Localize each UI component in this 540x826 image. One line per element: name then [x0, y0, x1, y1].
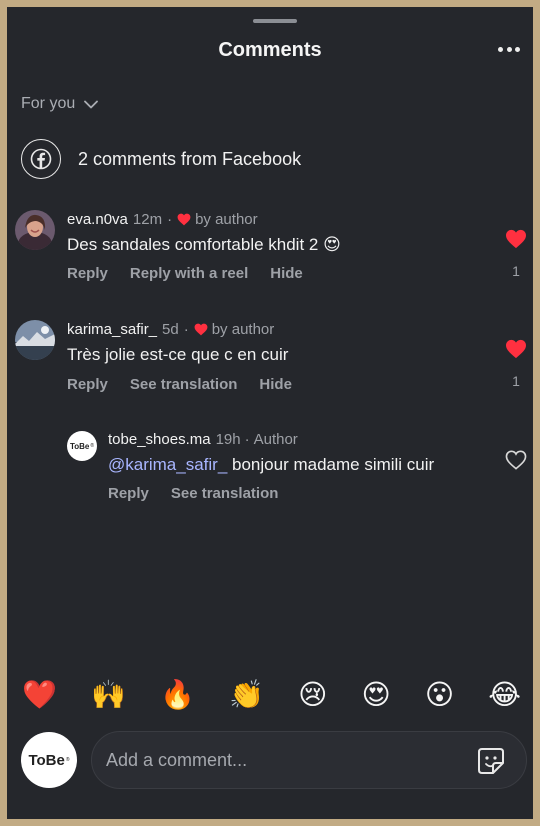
- reply-meta: tobe_shoes.ma 19h · Author: [108, 431, 298, 448]
- emoji-fire-button[interactable]: 🔥: [160, 681, 195, 709]
- mention-link[interactable]: @karima_safir_: [108, 455, 227, 474]
- emoji-surprised-button[interactable]: 😮: [425, 681, 454, 709]
- heart-icon[interactable]: [505, 229, 527, 254]
- emoji-crying-button[interactable]: 😢: [298, 681, 327, 709]
- comment-text: Des sandales comfortable khdit 2 😍: [67, 235, 341, 254]
- more-icon[interactable]: [498, 47, 520, 53]
- meta-separator: ·: [183, 321, 189, 338]
- meta-separator: ·: [244, 431, 250, 448]
- emoji-raised-hands-button[interactable]: 🙌: [91, 681, 126, 709]
- avatar[interactable]: [15, 210, 55, 250]
- heart-icon: [177, 213, 191, 226]
- liked-by-author-label: by author: [211, 321, 275, 338]
- chevron-down-icon: [84, 100, 99, 108]
- emoji-clap-button[interactable]: 👏: [229, 681, 264, 709]
- comment-input[interactable]: [106, 732, 456, 788]
- heart-icon: [194, 323, 208, 336]
- comment-meta: karima_safir_ 5d · by author: [67, 321, 274, 338]
- facebook-comments-text: 2 comments from Facebook: [78, 148, 302, 169]
- reply-with-reel-button[interactable]: Reply with a reel: [130, 265, 248, 282]
- comment-time: 12m: [132, 211, 163, 228]
- comment-input-container: [91, 731, 527, 789]
- filter-dropdown[interactable]: For you: [21, 95, 99, 113]
- author-badge: Author: [253, 431, 298, 448]
- filter-label: For you: [21, 95, 76, 112]
- comment-time: 5d: [162, 321, 179, 338]
- reply-time: 19h: [215, 431, 241, 448]
- heart-icon[interactable]: [505, 450, 527, 475]
- user-avatar[interactable]: ToBe ®: [21, 732, 77, 788]
- reply-username[interactable]: tobe_shoes.ma: [108, 431, 211, 448]
- like-count: 1: [512, 263, 520, 279]
- comment-username[interactable]: eva.n0va: [67, 211, 128, 228]
- reply-button[interactable]: Reply: [108, 485, 149, 502]
- comment-composer: ToBe ®: [21, 731, 527, 789]
- heart-icon[interactable]: [505, 339, 527, 364]
- reply-body: bonjour madame simili cuir: [227, 455, 435, 474]
- hide-button[interactable]: Hide: [259, 376, 292, 393]
- comment-text: Très jolie est-ce que c en cuir: [67, 345, 289, 364]
- hide-button[interactable]: Hide: [270, 265, 303, 282]
- sheet-title: Comments: [218, 39, 322, 61]
- sheet-grabber[interactable]: [253, 19, 297, 23]
- liked-by-author-label: by author: [195, 211, 258, 228]
- like-count: 1: [512, 373, 520, 389]
- sticker-icon[interactable]: [476, 746, 506, 781]
- comment-actions: Reply Reply with a reel Hide: [67, 265, 325, 282]
- reply-actions: Reply See translation: [108, 485, 300, 502]
- see-translation-button[interactable]: See translation: [171, 485, 279, 502]
- facebook-icon: [21, 139, 61, 179]
- comment-actions: Reply See translation Hide: [67, 376, 314, 393]
- comment-username[interactable]: karima_safir_: [67, 321, 157, 338]
- reply-button[interactable]: Reply: [67, 376, 108, 393]
- emoji-reaction-bar: ❤️ 🙌 🔥 👏 😢 😍 😮 😂: [7, 677, 533, 713]
- avatar-mark: ®: [90, 443, 95, 449]
- comment-meta: eva.n0va 12m · by author: [67, 211, 258, 228]
- avatar-mark: ®: [65, 757, 70, 763]
- emoji-heart-button[interactable]: ❤️: [22, 681, 57, 709]
- reply-button[interactable]: Reply: [67, 265, 108, 282]
- comments-sheet: Comments For you 2 comments from Faceboo…: [7, 7, 533, 819]
- meta-separator: ·: [167, 211, 173, 228]
- emoji-laughing-button[interactable]: 😂: [488, 681, 521, 709]
- reply-text: @karima_safir_ bonjour madame simili cui…: [108, 455, 434, 475]
- avatar[interactable]: ToBe ®: [67, 431, 97, 461]
- avatar[interactable]: [15, 320, 55, 360]
- see-translation-button[interactable]: See translation: [130, 376, 238, 393]
- avatar-text: ToBe: [28, 751, 65, 769]
- emoji-heart-eyes-button[interactable]: 😍: [361, 681, 390, 709]
- avatar-text: ToBe: [69, 441, 90, 451]
- facebook-comments-row[interactable]: 2 comments from Facebook: [21, 139, 301, 179]
